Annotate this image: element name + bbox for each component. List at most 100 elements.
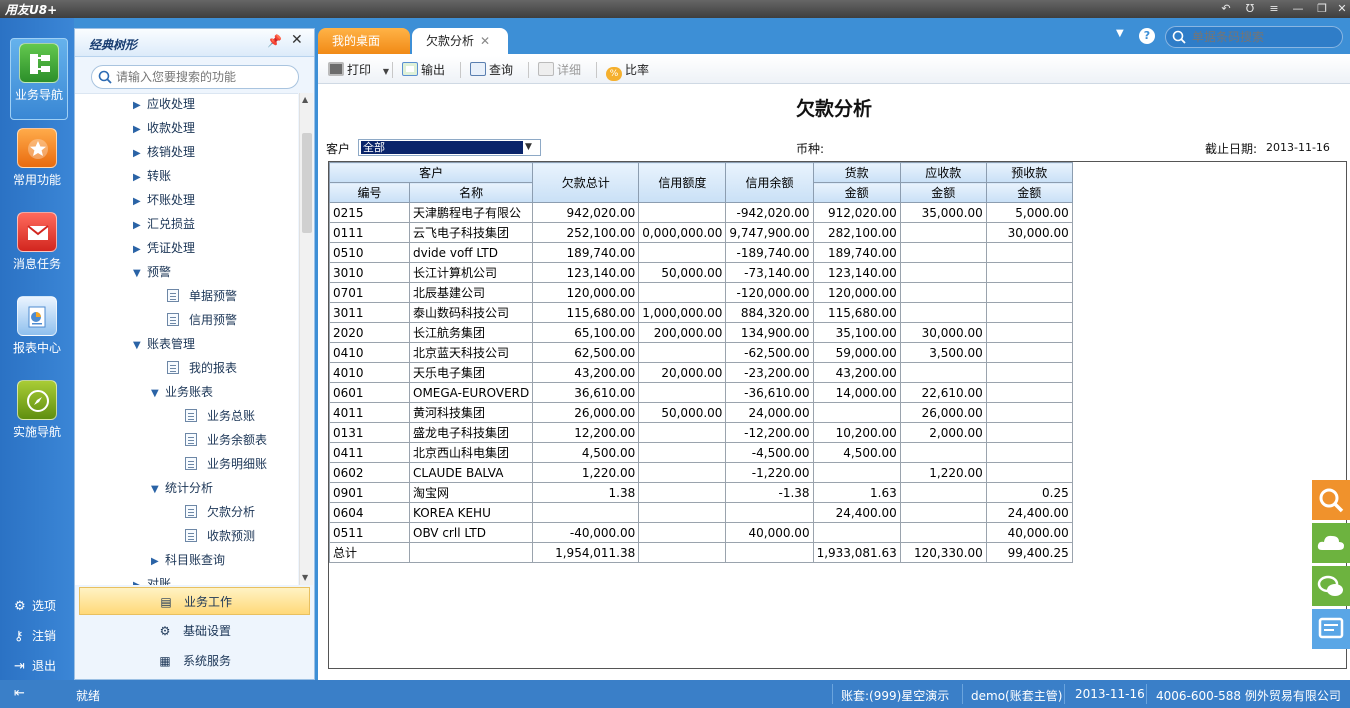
scroll-up-icon[interactable]: ▲: [302, 95, 308, 104]
cell-recv[interactable]: [899, 282, 987, 303]
chevron-right-icon[interactable]: ▶: [133, 144, 147, 164]
chevron-down-icon[interactable]: ▼: [133, 336, 147, 356]
cell-goods[interactable]: 282,100.00: [812, 222, 901, 243]
cell-balance[interactable]: -942,020.00: [725, 202, 814, 223]
ratio-button[interactable]: % 比率: [606, 61, 649, 81]
query-button[interactable]: 查询: [470, 61, 513, 79]
chevron-down-icon[interactable]: ▼: [151, 480, 165, 500]
scrollbar-thumb[interactable]: [302, 133, 312, 233]
cell-recv[interactable]: 30,000.00: [899, 322, 987, 343]
cell-limit[interactable]: [638, 202, 727, 223]
header-prepaid-amount[interactable]: 金额: [985, 182, 1073, 203]
cell-total[interactable]: [532, 502, 640, 523]
cell-balance[interactable]: -4,500.00: [725, 442, 814, 463]
cell-name[interactable]: 北辰基建公司: [408, 282, 534, 303]
cell-goods[interactable]: [812, 402, 901, 423]
cell-total[interactable]: 942,020.00: [532, 202, 640, 223]
user-icon[interactable]: Ʊ: [1242, 1, 1258, 17]
cell-limit[interactable]: [638, 242, 727, 263]
table-row[interactable]: 3011 泰山数码科技公司 115,680.00 1,000,000.00 884,32…: [329, 302, 1073, 323]
cell-total[interactable]: 1,954,011.38: [532, 542, 640, 563]
cell-balance[interactable]: [725, 542, 814, 563]
cell-goods[interactable]: 43,200.00: [812, 362, 901, 383]
cell-total[interactable]: 123,140.00: [532, 262, 640, 283]
rail-messages[interactable]: 消息任务: [0, 206, 74, 288]
cell-balance[interactable]: 884,320.00: [725, 302, 814, 323]
cell-code[interactable]: 0601: [329, 382, 410, 403]
cell-balance[interactable]: 9,747,900.00: [725, 222, 814, 243]
cell-total[interactable]: 120,000.00: [532, 282, 640, 303]
cell-limit[interactable]: [638, 342, 727, 363]
print-dropdown-icon[interactable]: ▼: [383, 67, 389, 76]
cell-limit[interactable]: [638, 522, 727, 543]
cell-total[interactable]: 43,200.00: [532, 362, 640, 383]
chevron-down-icon[interactable]: ▼: [133, 264, 147, 284]
cell-recv[interactable]: [899, 302, 987, 323]
tree-node[interactable]: ▶ 汇兑损益: [133, 214, 195, 234]
cell-recv[interactable]: 1,220.00: [899, 462, 987, 483]
tree-node[interactable]: ▼ 账表管理: [133, 334, 195, 354]
cell-pre[interactable]: [985, 342, 1073, 363]
cell-goods[interactable]: 189,740.00: [812, 242, 901, 263]
help-icon[interactable]: ?: [1139, 28, 1155, 44]
cell-recv[interactable]: [899, 442, 987, 463]
tree-node[interactable]: 业务余额表: [185, 430, 267, 450]
cell-limit[interactable]: [638, 482, 727, 503]
tree-node[interactable]: ▶ 科目账查询: [151, 550, 225, 570]
rail-report-center[interactable]: 报表中心: [0, 290, 74, 372]
cell-balance[interactable]: -1.38: [725, 482, 814, 503]
cell-recv[interactable]: 22,610.00: [899, 382, 987, 403]
cell-limit[interactable]: [638, 502, 727, 523]
tree-node[interactable]: 业务总账: [185, 406, 255, 426]
cell-recv[interactable]: [899, 362, 987, 383]
cell-balance[interactable]: -73,140.00: [725, 262, 814, 283]
cell-total[interactable]: 62,500.00: [532, 342, 640, 363]
header-code[interactable]: 编号: [329, 182, 410, 203]
cell-code[interactable]: 4010: [329, 362, 410, 383]
table-row[interactable]: 总计 1,954,011.38 1,933,081.63 120,330.00 99,4…: [329, 542, 1073, 563]
menu-icon[interactable]: ≡: [1266, 1, 1282, 17]
cell-recv[interactable]: 35,000.00: [899, 202, 987, 223]
cell-balance[interactable]: -36,610.00: [725, 382, 814, 403]
chevron-right-icon[interactable]: ▶: [133, 192, 147, 212]
cell-pre[interactable]: [985, 442, 1073, 463]
cell-recv[interactable]: 26,000.00: [899, 402, 987, 423]
cell-name[interactable]: 云飞电子科技集团: [408, 222, 534, 243]
cell-total[interactable]: 36,610.00: [532, 382, 640, 403]
logout-button[interactable]: ⚷ 注销: [14, 626, 56, 646]
cell-total[interactable]: -40,000.00: [532, 522, 640, 543]
cell-balance[interactable]: -23,200.00: [725, 362, 814, 383]
cell-code[interactable]: 0602: [329, 462, 410, 483]
chevron-down-icon[interactable]: ▼: [525, 140, 532, 155]
cell-code[interactable]: 0411: [329, 442, 410, 463]
cell-name[interactable]: 北京西山科电集团: [408, 442, 534, 463]
print-button[interactable]: 打印 ▼: [328, 61, 389, 79]
table-row[interactable]: 0604 KOREA KEHU 24,400.00 24,400.00: [329, 502, 1073, 523]
cell-recv[interactable]: 120,330.00: [899, 542, 987, 563]
header-credit-balance[interactable]: 信用余额: [725, 162, 814, 203]
cell-limit[interactable]: [638, 382, 727, 403]
cell-name[interactable]: 长江计算机公司: [408, 262, 534, 283]
header-credit-limit[interactable]: 信用额度: [638, 162, 727, 203]
cell-limit[interactable]: 0,000,000.00: [638, 222, 727, 243]
cell-name[interactable]: 天津鹏程电子有限公: [408, 202, 534, 223]
tree-scrollbar[interactable]: ▲ ▼: [299, 93, 313, 585]
cell-balance[interactable]: 134,900.00: [725, 322, 814, 343]
cell-total[interactable]: 115,680.00: [532, 302, 640, 323]
barcode-search-box[interactable]: [1165, 26, 1343, 48]
tree-node[interactable]: 业务明细账: [185, 454, 267, 474]
cell-balance[interactable]: 24,000.00: [725, 402, 814, 423]
table-row[interactable]: 0131 盛龙电子科技集团 12,200.00 -12,200.00 10,200.00…: [329, 422, 1073, 443]
cell-goods[interactable]: 4,500.00: [812, 442, 901, 463]
restore-icon[interactable]: ❐: [1314, 1, 1330, 17]
group-business-work[interactable]: ▤ 业务工作: [79, 587, 310, 615]
nav-search-box[interactable]: [91, 65, 299, 89]
scroll-down-icon[interactable]: ▼: [302, 573, 308, 582]
pin-icon[interactable]: 📌: [267, 34, 282, 48]
tree-node[interactable]: ▶ 应收处理: [133, 94, 195, 114]
cell-pre[interactable]: [985, 462, 1073, 483]
cell-name[interactable]: 长江航务集团: [408, 322, 534, 343]
tree-node[interactable]: ▼ 业务账表: [151, 382, 213, 402]
cell-goods[interactable]: 14,000.00: [812, 382, 901, 403]
cell-limit[interactable]: [638, 442, 727, 463]
